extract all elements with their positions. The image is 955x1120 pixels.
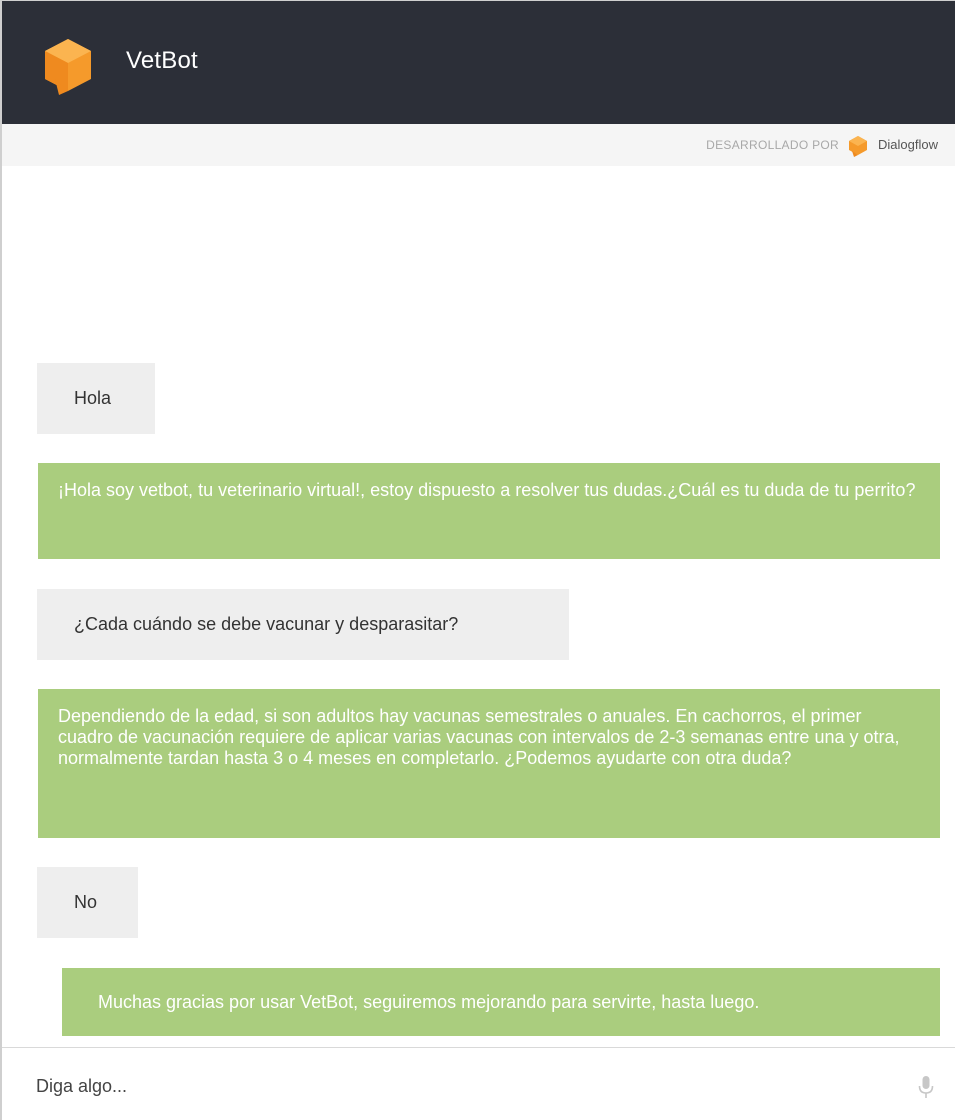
message-text: ¡Hola soy vetbot, tu veterinario virtual… <box>58 480 916 500</box>
powered-by-bar: DESARROLLADO POR Dialogflow <box>2 124 955 166</box>
message-text: No <box>74 892 98 912</box>
input-bar <box>2 1047 955 1120</box>
user-message: Hola <box>37 363 155 434</box>
header-bar: VetBot <box>2 1 955 124</box>
bot-message: Dependiendo de la edad, si son adultos h… <box>38 689 940 838</box>
message-input[interactable] <box>36 1072 856 1100</box>
message-text: Dependiendo de la edad, si son adultos h… <box>58 706 900 768</box>
bot-message: ¡Hola soy vetbot, tu veterinario virtual… <box>38 463 940 559</box>
message-text: Muchas gracias por usar VetBot, seguirem… <box>98 992 760 1012</box>
bot-message: Muchas gracias por usar VetBot, seguirem… <box>62 968 940 1036</box>
app-title: VetBot <box>126 47 198 74</box>
powered-by-label: DESARROLLADO POR <box>706 138 839 152</box>
user-message: ¿Cada cuándo se debe vacunar y desparasi… <box>37 589 569 660</box>
chat-window: VetBot DESARROLLADO POR Dialogflow Hola … <box>0 0 955 1120</box>
dialogflow-brand-link[interactable]: Dialogflow <box>878 137 938 152</box>
user-message: No <box>37 867 138 938</box>
microphone-icon[interactable] <box>918 1075 934 1099</box>
dialogflow-logo-icon <box>849 136 867 157</box>
vetbot-logo-icon <box>45 39 91 95</box>
message-text: ¿Cada cuándo se debe vacunar y desparasi… <box>74 614 459 634</box>
message-text: Hola <box>74 388 112 408</box>
